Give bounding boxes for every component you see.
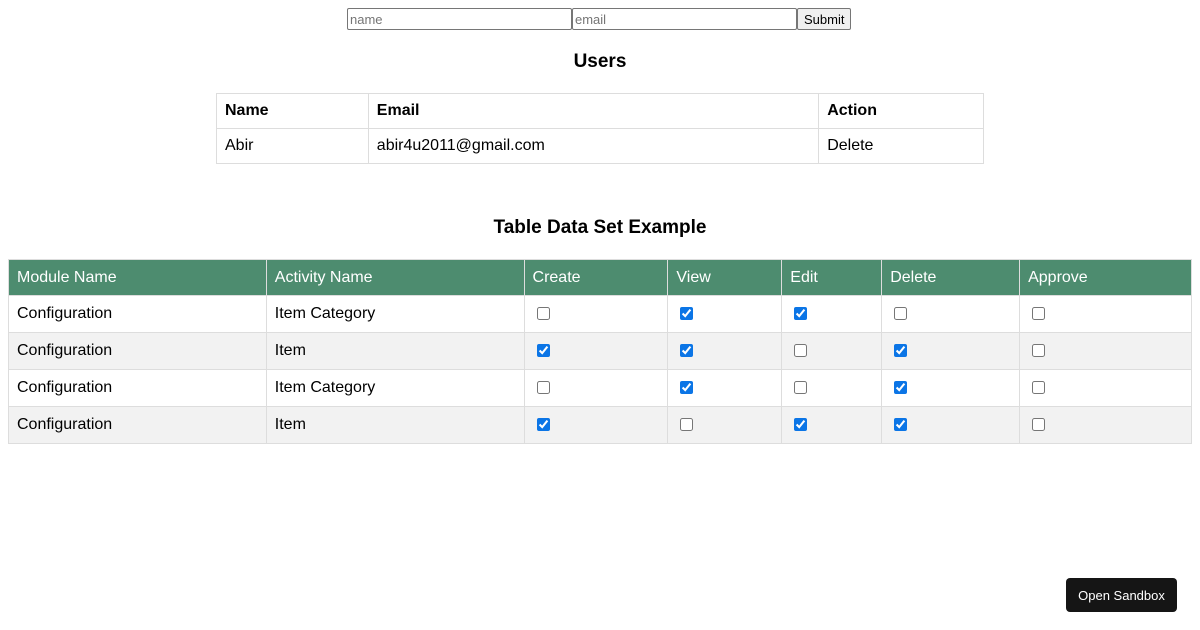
header-module-name: Module Name	[8, 259, 267, 296]
approve-cell	[1019, 295, 1192, 333]
create-checkbox[interactable]	[536, 418, 550, 432]
view-checkbox[interactable]	[680, 381, 694, 395]
delete-checkbox[interactable]	[894, 344, 908, 358]
edit-checkbox[interactable]	[794, 344, 808, 358]
header-activity-name: Activity Name	[265, 259, 525, 296]
permissions-row: Configuration Item	[8, 406, 1192, 444]
create-cell	[523, 295, 669, 333]
delete-checkbox[interactable]	[894, 307, 908, 321]
delete-checkbox[interactable]	[894, 418, 908, 432]
name-input[interactable]	[347, 8, 572, 30]
permissions-row: Configuration Item Category	[8, 369, 1192, 407]
user-name-cell: Abir	[216, 128, 369, 164]
create-checkbox[interactable]	[536, 381, 550, 395]
view-cell	[667, 332, 783, 370]
header-edit: Edit	[781, 259, 883, 296]
create-cell	[523, 369, 669, 407]
approve-cell	[1019, 406, 1192, 444]
header-approve: Approve	[1019, 259, 1192, 296]
approve-checkbox[interactable]	[1032, 307, 1046, 321]
approve-cell	[1019, 332, 1192, 370]
permissions-row: Configuration Item	[8, 332, 1192, 370]
view-cell	[667, 406, 783, 444]
header-view: View	[667, 259, 783, 296]
user-form: Submit	[347, 8, 852, 30]
edit-checkbox[interactable]	[794, 418, 808, 432]
activity-name-cell: Item	[265, 332, 525, 370]
users-header-email: Email	[367, 93, 820, 129]
edit-cell	[781, 332, 883, 370]
user-delete-action[interactable]: Delete	[818, 128, 984, 164]
users-header-row: Name Email Action	[216, 93, 984, 129]
activity-name-cell: Item Category	[265, 369, 525, 407]
delete-cell	[881, 332, 1021, 370]
header-delete: Delete	[881, 259, 1021, 296]
approve-checkbox[interactable]	[1032, 418, 1046, 432]
module-name-cell: Configuration	[8, 369, 267, 407]
activity-name-cell: Item Category	[265, 295, 525, 333]
module-name-cell: Configuration	[8, 406, 267, 444]
view-cell	[667, 295, 783, 333]
edit-checkbox[interactable]	[794, 307, 808, 321]
view-checkbox[interactable]	[680, 418, 694, 432]
user-email-cell: abir4u2011@gmail.com	[367, 128, 820, 164]
view-checkbox[interactable]	[680, 344, 694, 358]
create-cell	[523, 332, 669, 370]
edit-checkbox[interactable]	[794, 381, 808, 395]
delete-cell	[881, 406, 1021, 444]
header-create: Create	[523, 259, 669, 296]
activity-name-cell: Item	[265, 406, 525, 444]
permissions-header-row: Module Name Activity Name Create View Ed…	[8, 259, 1192, 296]
delete-checkbox[interactable]	[894, 381, 908, 395]
submit-button[interactable]: Submit	[797, 8, 852, 30]
users-header-action: Action	[818, 93, 984, 129]
users-header-name: Name	[216, 93, 369, 129]
module-name-cell: Configuration	[8, 295, 267, 333]
delete-cell	[881, 369, 1021, 407]
edit-cell	[781, 295, 883, 333]
view-cell	[667, 369, 783, 407]
create-cell	[523, 406, 669, 444]
view-checkbox[interactable]	[680, 307, 694, 321]
users-title: Users	[573, 51, 627, 72]
users-row: Abir abir4u2011@gmail.com Delete	[216, 128, 984, 164]
create-checkbox[interactable]	[536, 344, 550, 358]
edit-cell	[781, 369, 883, 407]
users-table: Name Email Action Abir abir4u2011@gmail.…	[216, 93, 984, 164]
permissions-table: Module Name Activity Name Create View Ed…	[8, 259, 1192, 444]
create-checkbox[interactable]	[536, 307, 550, 321]
edit-cell	[781, 406, 883, 444]
open-sandbox-button[interactable]: Open Sandbox	[1066, 578, 1177, 612]
delete-cell	[881, 295, 1021, 333]
email-input[interactable]	[572, 8, 797, 30]
module-name-cell: Configuration	[8, 332, 267, 370]
approve-checkbox[interactable]	[1032, 344, 1046, 358]
permissions-row: Configuration Item Category	[8, 295, 1192, 333]
permissions-title: Table Data Set Example	[493, 217, 707, 238]
approve-checkbox[interactable]	[1032, 381, 1046, 395]
approve-cell	[1019, 369, 1192, 407]
